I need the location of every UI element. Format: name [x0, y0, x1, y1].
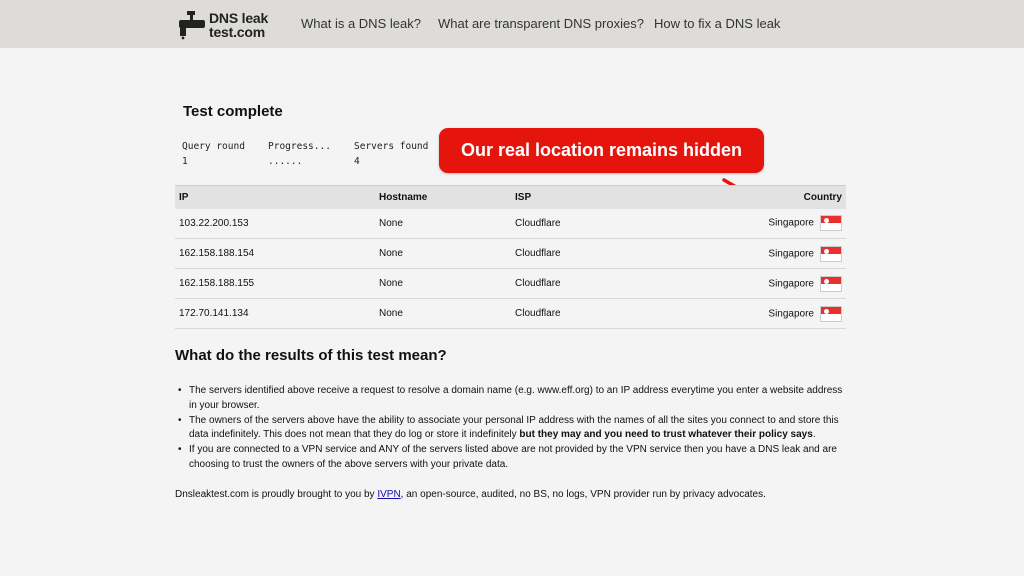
query-round-label: Query round	[182, 141, 245, 152]
table-header-row: IP Hostname ISP Country	[175, 185, 846, 209]
country-cell: Singapore	[671, 268, 846, 299]
country-cell: Singapore	[671, 238, 846, 269]
singapore-flag-icon	[820, 215, 842, 232]
singapore-flag-icon	[820, 275, 842, 292]
country-cell: Singapore	[671, 298, 846, 329]
table-row: 172.70.141.134 None Cloudflare Singapore	[175, 298, 846, 329]
country-cell: Singapore	[671, 208, 846, 239]
col-header-isp: ISP	[511, 185, 671, 209]
ip-cell: 162.158.188.154	[175, 238, 375, 269]
logo-line1: DNS leak	[209, 10, 269, 26]
results-meaning-list: The servers identified above receive a r…	[178, 384, 849, 473]
list-item: If you are connected to a VPN service an…	[178, 443, 849, 472]
logo-line2: test.com	[209, 24, 265, 40]
footer-credit: Dnsleaktest.com is proudly brought to yo…	[175, 489, 766, 500]
faucet-icon	[179, 11, 205, 40]
servers-found-value: 4	[354, 156, 360, 167]
list-item: The owners of the servers above have the…	[178, 414, 849, 443]
nav-how-to-fix[interactable]: How to fix a DNS leak	[654, 16, 780, 31]
nav-what-is-dns-leak[interactable]: What is a DNS leak?	[301, 16, 421, 31]
isp-cell: Cloudflare	[511, 268, 671, 299]
isp-cell: Cloudflare	[511, 238, 671, 269]
ip-cell: 172.70.141.134	[175, 298, 375, 329]
servers-found-label: Servers found	[354, 141, 429, 152]
hostname-cell: None	[375, 238, 511, 269]
results-meaning-heading: What do the results of this test mean?	[175, 347, 447, 364]
nav-transparent-dns-proxies[interactable]: What are transparent DNS proxies?	[438, 16, 644, 31]
country-name: Singapore	[768, 248, 814, 260]
emphasis-text: but they may and you need to trust whate…	[519, 429, 813, 441]
table-row: 162.158.188.154 None Cloudflare Singapor…	[175, 238, 846, 269]
isp-cell: Cloudflare	[511, 298, 671, 329]
site-logo[interactable]: DNS leak test.com	[178, 9, 278, 41]
annotation-callout: Our real location remains hidden	[439, 128, 764, 173]
table-row: 162.158.188.155 None Cloudflare Singapor…	[175, 268, 846, 299]
singapore-flag-icon	[820, 305, 842, 322]
country-name: Singapore	[768, 278, 814, 290]
col-header-hostname: Hostname	[375, 185, 511, 209]
hostname-cell: None	[375, 268, 511, 299]
page-title: Test complete	[183, 103, 283, 120]
hostname-cell: None	[375, 208, 511, 239]
col-header-ip: IP	[175, 185, 375, 209]
table-row: 103.22.200.153 None Cloudflare Singapore	[175, 208, 846, 239]
isp-cell: Cloudflare	[511, 208, 671, 239]
site-header: DNS leak test.com What is a DNS leak? Wh…	[0, 0, 1024, 48]
dns-results-table: IP Hostname ISP Country 103.22.200.153 N…	[175, 185, 846, 329]
progress-value: ......	[268, 156, 303, 167]
ip-cell: 162.158.188.155	[175, 268, 375, 299]
progress-label: Progress...	[268, 141, 331, 152]
country-name: Singapore	[768, 217, 814, 229]
hostname-cell: None	[375, 298, 511, 329]
col-header-country: Country	[671, 185, 846, 209]
ivpn-link[interactable]: IVPN	[377, 489, 400, 500]
country-name: Singapore	[768, 308, 814, 320]
list-item: The servers identified above receive a r…	[178, 384, 849, 413]
query-round-value: 1	[182, 156, 188, 167]
singapore-flag-icon	[820, 245, 842, 262]
ip-cell: 103.22.200.153	[175, 208, 375, 239]
